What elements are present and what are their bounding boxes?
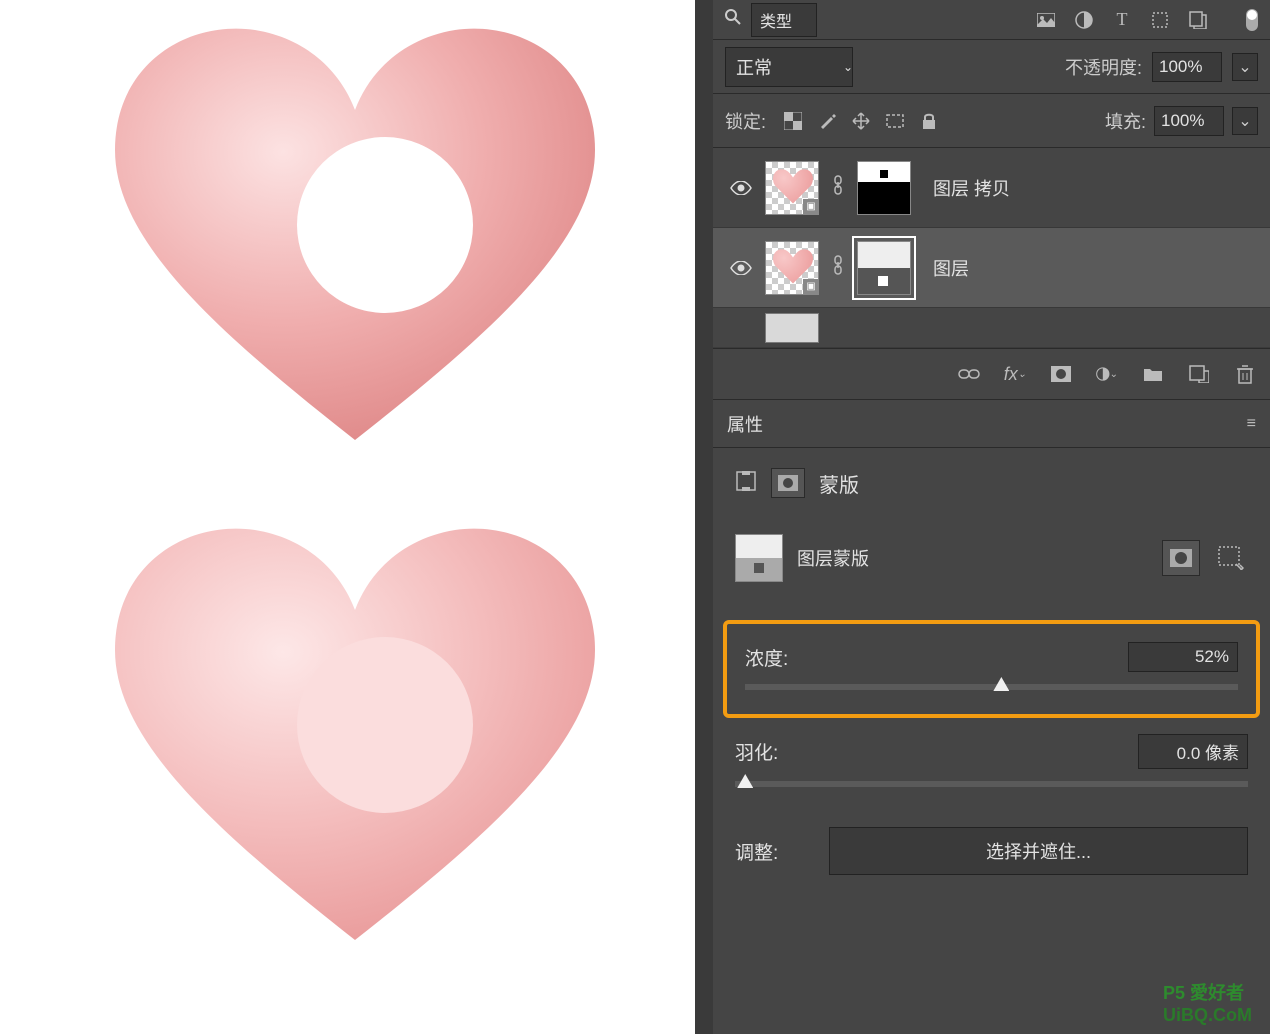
layer-row[interactable]: ▣ 图层 [713,228,1270,308]
feather-input[interactable]: 0.0 像素 [1138,734,1248,769]
layer-footer: fx⌄ ⌄ [713,348,1270,400]
adjust-label: 调整: [735,838,815,865]
fx-icon[interactable]: fx⌄ [1004,363,1026,385]
layer-name-label[interactable]: 图层 [933,255,969,281]
layer-mask-button[interactable] [1162,540,1200,576]
layer-filter-row: 类型 ⌄ T [713,0,1270,40]
fill-dropdown[interactable] [1232,107,1258,135]
mask-type-row: 图层蒙版 [713,518,1270,598]
lock-transparency-icon[interactable] [780,108,806,134]
filter-smart-icon[interactable] [1188,10,1208,30]
watermark: P5 愛好者 UiBQ.CoM [1163,979,1252,1026]
mask-kind-header: 蒙版 [713,448,1270,518]
filter-shape-icon[interactable] [1150,10,1170,30]
opacity-dropdown[interactable] [1232,53,1258,81]
layer-row[interactable]: ▣ 图层 拷贝 [713,148,1270,228]
chevron-down-icon: ⌄ [843,60,853,74]
canvas-scrollbar[interactable] [695,0,713,1034]
lock-all-icon[interactable] [916,108,942,134]
select-and-mask-button[interactable]: 选择并遮住... [829,827,1248,875]
visibility-icon[interactable] [730,261,750,275]
opacity-label: 不透明度: [1065,54,1142,80]
lock-artboard-icon[interactable] [882,108,908,134]
new-adjustment-icon[interactable]: ⌄ [1096,363,1118,385]
filter-kind-select[interactable]: 类型 [751,3,817,37]
filter-adjust-icon[interactable] [1074,10,1094,30]
fill-label: 填充: [1105,108,1146,134]
filter-type-icons: T [1036,10,1208,30]
adjust-row: 调整: 选择并遮住... [713,801,1270,901]
filter-pixel-icon[interactable] [1036,10,1056,30]
smart-object-badge: ▣ [803,199,819,215]
mask-preview-thumb[interactable] [735,534,783,582]
heart-preview-bottom [95,510,615,975]
feather-row: 羽化: 0.0 像素 [713,734,1270,801]
layer-name-label[interactable]: 图层 拷贝 [933,175,1010,201]
properties-header: 属性 ≡ [713,400,1270,448]
link-layers-icon[interactable] [958,363,980,385]
layer-list: ▣ 图层 拷贝 ▣ 图层 [713,148,1270,348]
density-label: 浓度: [745,644,788,671]
filter-text-icon[interactable]: T [1112,10,1132,30]
delete-icon[interactable] [1234,363,1256,385]
density-slider-thumb[interactable] [993,677,1009,691]
mask-link-icon[interactable] [829,175,847,200]
filter-toggle[interactable] [1246,9,1258,31]
canvas-area[interactable] [0,0,695,1034]
density-highlight: 浓度: 52% [723,620,1260,718]
new-group-icon[interactable] [1142,363,1164,385]
layer-thumbnail[interactable] [765,313,819,343]
properties-title: 属性 [727,411,763,437]
blend-mode-select[interactable]: 正常 [725,47,853,87]
mask-link-icon[interactable] [829,255,847,280]
lock-paint-icon[interactable] [814,108,840,134]
layer-thumbnail[interactable]: ▣ [765,161,819,215]
mask-type-label: 图层蒙版 [797,545,869,571]
search-icon [725,9,741,30]
visibility-icon[interactable] [730,181,750,195]
lock-row: 锁定: 填充: 100% [713,94,1270,148]
layer-mask-thumbnail[interactable] [857,161,911,215]
mask-kind-label: 蒙版 [819,469,859,498]
panel-menu-icon[interactable]: ≡ [1247,415,1256,433]
density-input[interactable]: 52% [1128,642,1238,672]
lock-position-icon[interactable] [848,108,874,134]
smart-object-badge: ▣ [803,279,819,295]
feather-slider-thumb[interactable] [737,774,753,788]
pixel-mask-mode-icon[interactable] [735,470,757,497]
layers-panel: 类型 ⌄ T 正常 ⌄ 不透明度: 100% 锁定: 填充: 100% [713,0,1270,1034]
blend-mode-row: 正常 ⌄ 不透明度: 100% [713,40,1270,94]
layer-thumbnail[interactable]: ▣ [765,241,819,295]
heart-preview-top [95,10,615,475]
add-mask-icon[interactable] [1050,363,1072,385]
layer-mask-thumbnail[interactable] [857,241,911,295]
fill-input[interactable]: 100% [1154,106,1224,136]
lock-label: 锁定: [725,108,766,134]
new-layer-icon[interactable] [1188,363,1210,385]
mask-toggle-icon[interactable] [771,468,805,498]
layer-row[interactable] [713,308,1270,348]
opacity-input[interactable]: 100% [1152,52,1222,82]
vector-mask-button[interactable] [1214,542,1248,574]
density-slider[interactable] [745,684,1238,690]
feather-label: 羽化: [735,738,778,765]
feather-slider[interactable] [735,781,1248,787]
